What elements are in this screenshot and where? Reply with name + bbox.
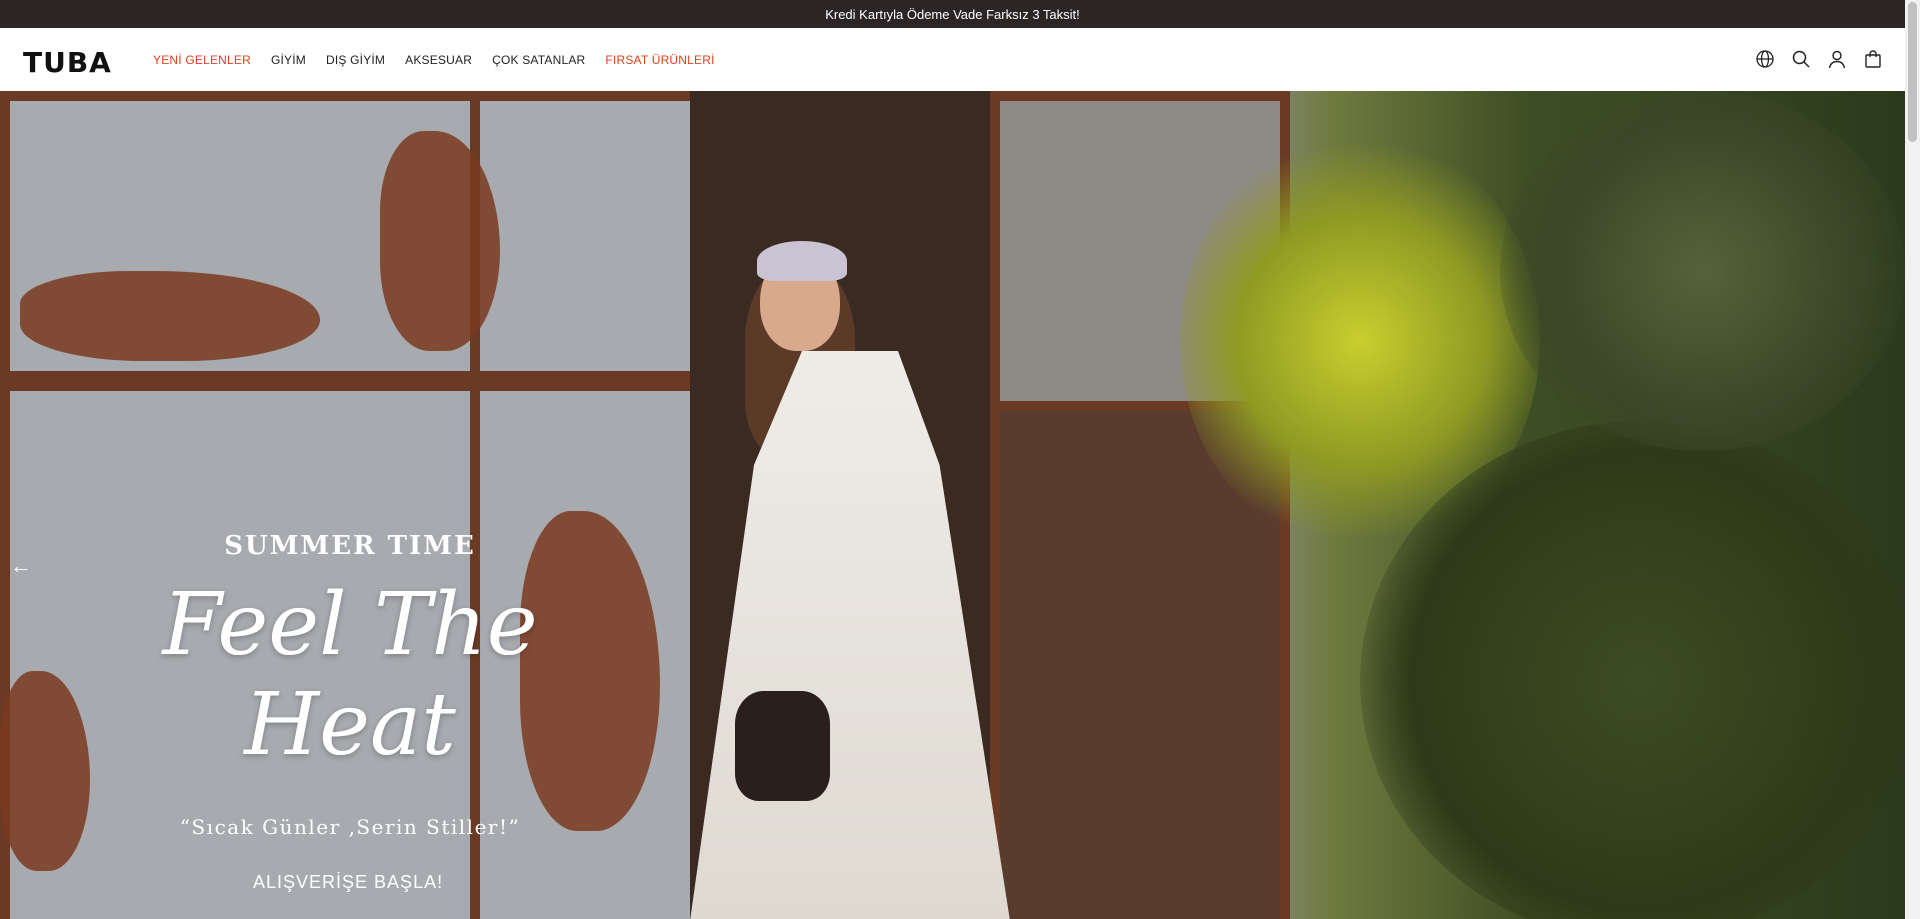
model-headscarf xyxy=(757,241,847,281)
nav-item-yeni-gelenler[interactable]: YENİ GELENLER xyxy=(153,53,251,67)
globe-icon[interactable] xyxy=(1753,47,1777,71)
wall-panel xyxy=(470,91,700,381)
logo[interactable]: TUBA xyxy=(23,46,112,79)
nav-item-giyim[interactable]: GİYİM xyxy=(271,53,306,67)
main-nav: YENİ GELENLER GİYİM DIŞ GİYİM AKSESUAR Ç… xyxy=(153,28,735,91)
slider-prev-arrow-icon[interactable]: ← xyxy=(10,553,32,579)
nav-item-firsat-urunleri[interactable]: FIRSAT ÜRÜNLERİ xyxy=(605,53,714,67)
page-scrollbar[interactable] xyxy=(1905,0,1920,919)
bag-icon[interactable] xyxy=(1861,47,1885,71)
hero-eyebrow: SUMMER TIME xyxy=(224,531,476,561)
tree-foliage xyxy=(1500,91,1905,451)
nav-item-dis-giyim[interactable]: DIŞ GİYİM xyxy=(326,53,385,67)
search-icon[interactable] xyxy=(1789,47,1813,71)
announcement-bar: Kredi Kartıyla Ödeme Vade Farksız 3 Taks… xyxy=(0,0,1905,28)
hero-headline: Feel The Heat xyxy=(162,575,538,775)
hero-text-block: SUMMER TIME Feel The Heat “Sıcak Günler … xyxy=(60,531,640,839)
shop-now-button[interactable]: ALIŞVERİŞE BAŞLA! xyxy=(253,872,443,893)
user-icon[interactable] xyxy=(1825,47,1849,71)
green-hedge xyxy=(1360,421,1905,919)
nav-item-aksesuar[interactable]: AKSESUAR xyxy=(405,53,472,67)
hero-banner[interactable]: SUMMER TIME Feel The Heat “Sıcak Günler … xyxy=(0,91,1905,919)
nav-item-cok-satanlar[interactable]: ÇOK SATANLAR xyxy=(492,53,585,67)
announcement-text: Kredi Kartıyla Ödeme Vade Farksız 3 Taks… xyxy=(825,6,1080,22)
header-icons xyxy=(1741,47,1885,71)
model-handbag xyxy=(735,691,830,801)
site-header: TUBA YENİ GELENLER GİYİM DIŞ GİYİM AKSES… xyxy=(0,28,1905,91)
hero-subline: “Sıcak Günler ,Serin Stiller!” xyxy=(179,815,521,839)
scrollbar-thumb[interactable] xyxy=(1908,2,1917,142)
